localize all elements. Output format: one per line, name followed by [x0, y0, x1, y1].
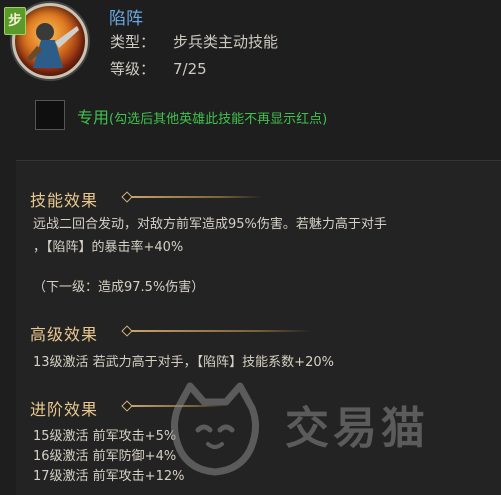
advanced-section-title: 高级效果	[30, 325, 99, 344]
advanced-text-line-1: 13级激活 若武力高于对手，【陷阵】技能系数+20%	[33, 355, 334, 370]
exclusive-label-text: 专用	[77, 108, 110, 127]
skill-type-row: 类型： 步兵类主动技能	[110, 31, 278, 52]
skill-level-label: 等级：	[110, 60, 156, 78]
promotion-line-16: 16级激活 前军防御+4%	[33, 449, 177, 464]
exclusive-checkbox[interactable]	[35, 100, 65, 130]
effect-text-line-2: ，【陷阵】的暴击率+40%	[33, 240, 184, 255]
effect-divider	[132, 196, 262, 198]
skill-name: 陷阵	[109, 9, 143, 29]
effect-next-level: （下一级：造成97.5%伤害）	[33, 280, 205, 295]
advanced-divider	[132, 330, 312, 332]
effect-divider-diamond	[121, 191, 133, 203]
advanced-divider-diamond	[121, 325, 133, 337]
skill-icon-container: 步	[4, 3, 88, 81]
exclusive-label[interactable]: 专用(勾选后其他英雄此技能不再显示红点)	[77, 104, 327, 128]
infantry-tag-badge: 步	[4, 7, 26, 35]
skill-type-label: 类型：	[110, 33, 156, 51]
promotion-section-title: 进阶效果	[30, 400, 99, 419]
promotion-line-17: 17级激活 前军攻击+12%	[33, 469, 185, 484]
promotion-divider-diamond	[121, 400, 133, 412]
exclusive-note: (勾选后其他英雄此技能不再显示红点)	[109, 112, 328, 127]
skill-level-row: 等级： 7/25	[110, 58, 207, 79]
effect-section-title: 技能效果	[30, 191, 99, 210]
skill-level-value: 7/25	[173, 60, 207, 78]
effect-text-line-1: 远战二回合发动，对敌方前军造成95%伤害。若魅力高于对手	[33, 217, 387, 232]
promotion-divider	[132, 405, 222, 407]
skill-type-value: 步兵类主动技能	[173, 33, 279, 51]
skill-detail-panel: 技能效果 远战二回合发动，对敌方前军造成95%伤害。若魅力高于对手 ，【陷阵】的…	[16, 160, 501, 495]
promotion-line-15: 15级激活 前军攻击+5%	[33, 429, 177, 444]
